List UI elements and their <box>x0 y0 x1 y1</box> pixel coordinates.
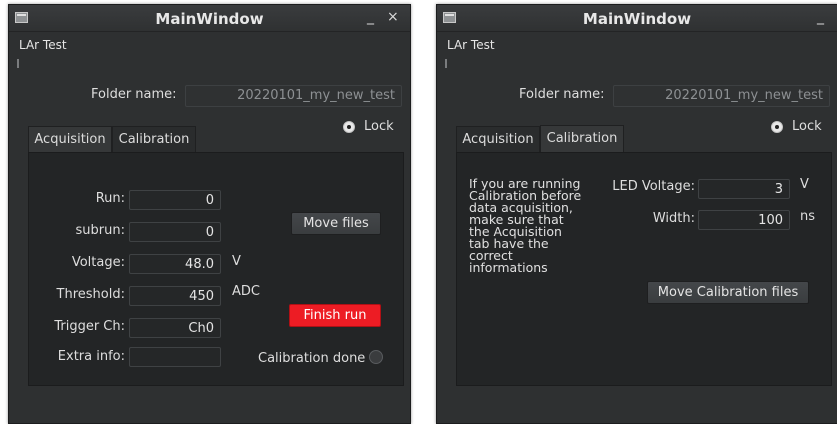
threshold-unit: ADC <box>232 284 260 299</box>
voltage-unit: V <box>232 254 241 269</box>
window-title: MainWindow <box>582 10 692 28</box>
calibration-info-text: If you are running Calibration before da… <box>469 176 582 275</box>
calibration-done-indicator <box>369 350 383 364</box>
main-window-acquisition: MainWindow _ × LAr Test Folder name: 202… <box>8 4 411 424</box>
subrun-label: subrun: <box>75 223 125 238</box>
menu-bar: LAr Test <box>437 32 837 54</box>
tab-acquisition[interactable]: Acquisition <box>456 126 540 152</box>
acquisition-panel: Run: 0 subrun: 0 Voltage: 48.0 V Thresho… <box>28 152 404 386</box>
trigger-ch-label: Trigger Ch: <box>54 319 125 334</box>
main-window-calibration: MainWindow _ LAr Test Folder name: 20220… <box>436 4 837 424</box>
window-title: MainWindow <box>155 10 264 28</box>
toolbar-handle[interactable] <box>17 59 19 68</box>
run-label: Run: <box>95 191 125 206</box>
move-files-button[interactable]: Move files <box>291 212 381 235</box>
lock-radio[interactable] <box>343 121 355 133</box>
minimize-button[interactable]: _ <box>367 9 374 25</box>
tab-calibration[interactable]: Calibration <box>540 125 624 152</box>
voltage-label: Voltage: <box>71 255 125 270</box>
voltage-field[interactable]: 48.0 <box>129 254 221 274</box>
extra-info-label: Extra info: <box>57 349 125 364</box>
tab-calibration[interactable]: Calibration <box>112 126 196 152</box>
led-voltage-field[interactable]: 3 <box>698 179 790 199</box>
folder-name-field[interactable]: 20220101_my_new_test <box>613 85 830 107</box>
toolbar-handle[interactable] <box>445 59 447 68</box>
folder-name-label: Folder name: <box>519 87 605 102</box>
width-field[interactable]: 100 <box>698 210 790 230</box>
threshold-label: Threshold: <box>56 287 125 302</box>
move-calibration-files-button[interactable]: Move Calibration files <box>647 281 809 304</box>
title-bar[interactable]: MainWindow _ × <box>9 5 410 32</box>
folder-name-label: Folder name: <box>91 87 177 102</box>
close-button[interactable]: × <box>387 9 399 25</box>
calibration-done-label: Calibration done <box>258 351 366 366</box>
extra-info-field[interactable] <box>129 347 221 367</box>
title-bar[interactable]: MainWindow _ <box>437 5 837 32</box>
subrun-field[interactable]: 0 <box>129 222 221 242</box>
menu-lar-test[interactable]: LAr Test <box>447 38 495 52</box>
lock-radio[interactable] <box>771 121 783 133</box>
menu-lar-test[interactable]: LAr Test <box>19 38 67 52</box>
menu-bar: LAr Test <box>9 32 410 54</box>
lock-label: Lock <box>792 119 822 134</box>
folder-name-field[interactable]: 20220101_my_new_test <box>185 85 402 107</box>
led-voltage-label: LED Voltage: <box>612 179 695 194</box>
width-label: Width: <box>652 211 695 226</box>
threshold-field[interactable]: 450 <box>129 286 221 306</box>
minimize-button[interactable]: _ <box>817 9 824 25</box>
width-unit: ns <box>800 209 816 224</box>
calibration-panel: If you are running Calibration before da… <box>456 152 832 386</box>
trigger-ch-field[interactable]: Ch0 <box>129 318 221 338</box>
finish-run-button[interactable]: Finish run <box>289 304 381 327</box>
run-field[interactable]: 0 <box>129 190 221 210</box>
tab-acquisition[interactable]: Acquisition <box>28 126 112 153</box>
lock-label: Lock <box>364 119 394 134</box>
led-voltage-unit: V <box>800 177 809 192</box>
